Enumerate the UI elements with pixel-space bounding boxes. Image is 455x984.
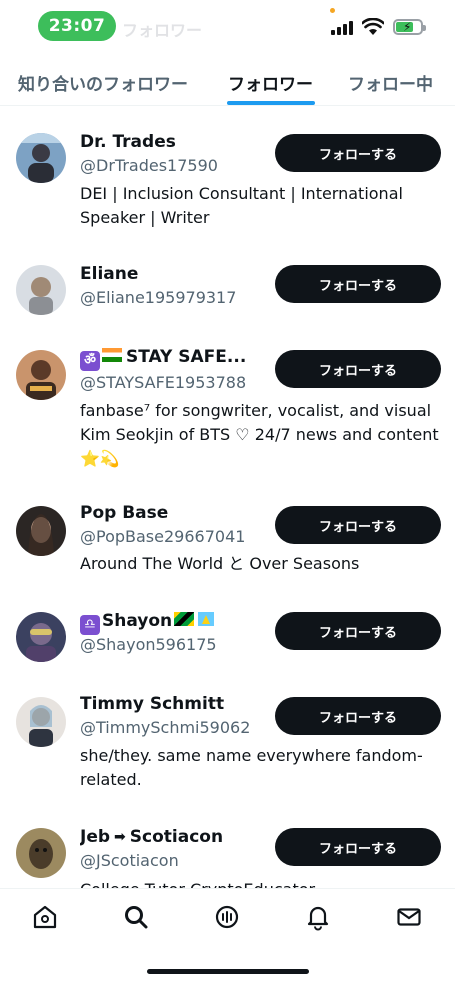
spaces-icon[interactable] [213, 903, 241, 931]
user-handle: @DrTrades17590 [80, 156, 218, 175]
follow-button[interactable]: フォローする [275, 350, 441, 388]
avatar[interactable] [16, 506, 66, 556]
bottom-nav [0, 888, 455, 984]
user-handle: @JScotiacon [80, 851, 179, 870]
signal-icon [331, 19, 353, 35]
active-tab-indicator [227, 101, 315, 105]
clock: 23:07 [38, 11, 116, 41]
user-handle: @Eliane195979317 [80, 288, 237, 307]
user-name[interactable]: Timmy Schmitt [80, 694, 224, 714]
mail-icon[interactable] [395, 903, 423, 931]
avatar[interactable] [16, 697, 66, 747]
om-badge: ॐ [80, 351, 100, 371]
user-name-first: Jeb [80, 827, 111, 847]
avatar[interactable] [16, 133, 66, 183]
avatar[interactable] [16, 350, 66, 400]
privacy-indicator [330, 8, 335, 13]
follow-button[interactable]: フォローする [275, 265, 441, 303]
avatar[interactable] [16, 612, 66, 662]
bell-icon[interactable] [304, 903, 332, 931]
user-name[interactable]: ॐ STAY SAFE... [80, 347, 246, 371]
saint-lucia-flag-icon [198, 612, 215, 626]
user-name-second: Scotiacon [129, 827, 224, 847]
home-icon[interactable] [31, 903, 59, 931]
avatar[interactable] [16, 265, 66, 315]
user-bio: Around The World と Over Seasons [80, 554, 360, 573]
soon-arrow-icon: ➡ [114, 829, 126, 845]
search-icon[interactable] [122, 903, 150, 931]
jamaica-flag-icon [174, 612, 195, 626]
home-indicator[interactable] [147, 969, 309, 974]
libra-badge: ♎ [80, 615, 100, 635]
user-name-text: Shayon [102, 611, 173, 631]
follow-button[interactable]: フォローする [275, 697, 441, 735]
user-bio: she/they. same name everywhere fandom-re… [80, 746, 423, 789]
follow-button[interactable]: フォローする [275, 612, 441, 650]
follow-button[interactable]: フォローする [275, 134, 441, 172]
avatar[interactable] [16, 828, 66, 878]
user-handle: @Shayon596175 [80, 635, 217, 654]
user-bio: fanbase⁷ for songwriter, vocalist, and v… [80, 401, 439, 468]
india-flag-icon [102, 348, 122, 362]
ghost-header-title: フォロワー [122, 21, 203, 40]
user-bio: DEI | Inclusion Consultant | Internation… [80, 184, 403, 227]
tab-bar: 知り合いのフォロワー フォロワー フォロー中 [0, 60, 455, 106]
tab-followers[interactable]: フォロワー [228, 70, 313, 95]
tab-following[interactable]: フォロー中 [348, 70, 433, 95]
user-name[interactable]: Jeb ➡ Scotiacon [80, 827, 223, 847]
user-name[interactable]: ♎ Shayon [80, 611, 215, 635]
follow-button[interactable]: フォローする [275, 828, 441, 866]
status-bar: 23:07 フォロワー ⚡ [0, 0, 455, 52]
user-handle: @PopBase29667041 [80, 527, 246, 546]
wifi-icon [362, 18, 384, 35]
user-handle: @STAYSAFE1953788 [80, 373, 247, 392]
user-name[interactable]: Pop Base [80, 503, 168, 523]
battery-icon: ⚡ [393, 19, 426, 35]
user-name[interactable]: Eliane [80, 264, 138, 284]
follow-button[interactable]: フォローする [275, 506, 441, 544]
user-name[interactable]: Dr. Trades [80, 132, 176, 152]
user-name-text: STAY SAFE... [126, 347, 247, 367]
user-handle: @TimmySchmi59062 [80, 718, 251, 737]
tab-known-followers[interactable]: 知り合いのフォロワー [18, 70, 188, 95]
